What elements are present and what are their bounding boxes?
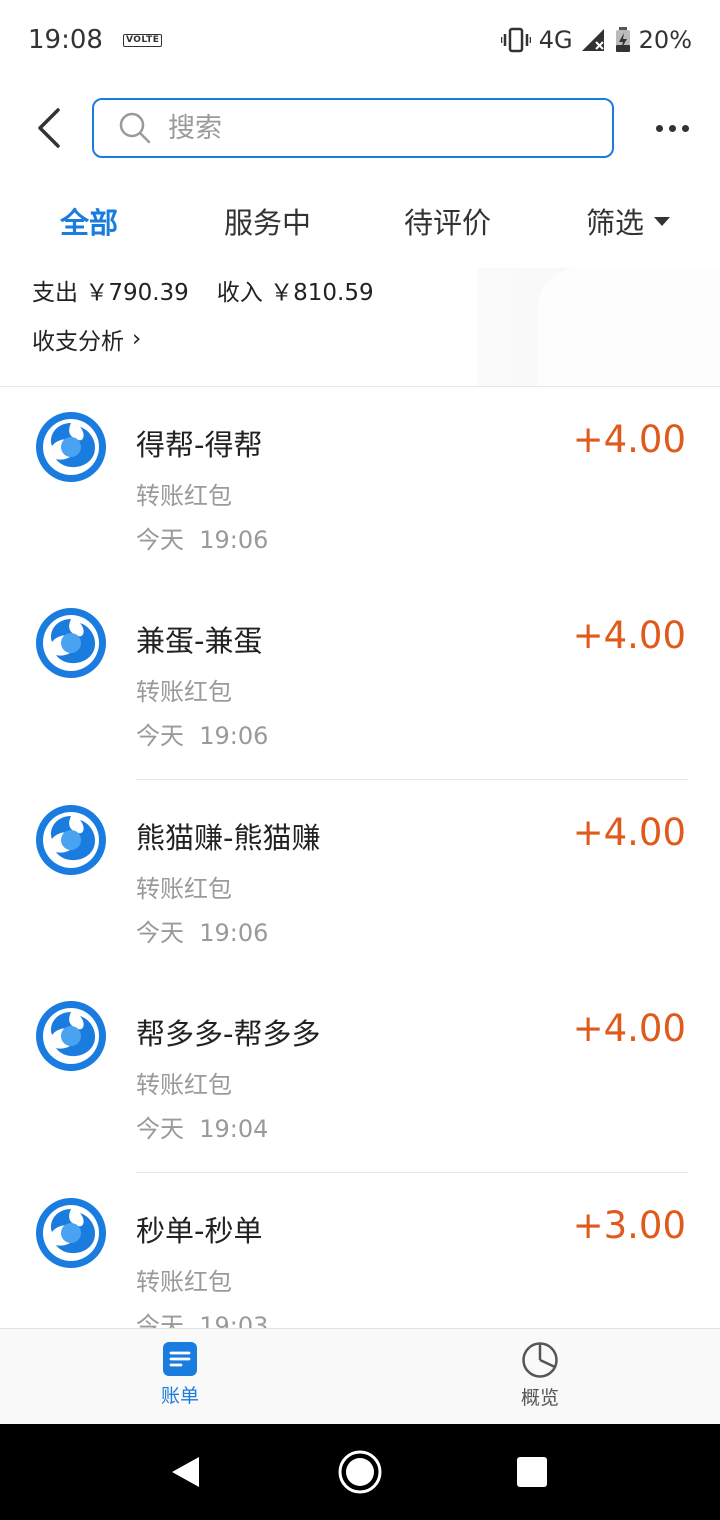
transaction-amount: +4.00 [572, 1007, 686, 1050]
item-divider [136, 779, 688, 780]
transaction-item[interactable]: 兼蛋-兼蛋 转账红包 今天 19:06 +4.00 [0, 584, 720, 780]
tab-pending-review[interactable]: 待评价 [404, 200, 491, 242]
app-logo-icon [36, 1001, 106, 1071]
system-back-button[interactable] [160, 1446, 212, 1498]
status-time: 19:08 [28, 25, 103, 55]
triangle-back-icon [172, 1457, 199, 1487]
expense-summary: 支出 ￥790.39 [32, 273, 189, 307]
transaction-title: 得帮-得帮 [136, 428, 263, 462]
square-recents-icon [517, 1457, 547, 1487]
transaction-subtitle: 转账红包 [136, 482, 232, 510]
transaction-clock: 19:06 [199, 919, 269, 947]
battery-icon [615, 27, 630, 52]
transaction-time: 今天 19:06 [136, 716, 268, 751]
bill-icon [163, 1342, 197, 1376]
system-home-button[interactable] [334, 1446, 386, 1498]
transaction-time: 今天 19:03 [136, 1306, 268, 1328]
network-type: 4G [538, 26, 573, 54]
transaction-day: 今天 [136, 919, 184, 947]
volte-badge: VOLTE [122, 33, 163, 47]
home-circle-icon [338, 1450, 382, 1494]
item-divider [136, 1172, 688, 1173]
transaction-item[interactable]: 秒单-秒单 转账红包 今天 19:03 +3.00 [0, 1174, 720, 1328]
tab-filter[interactable]: 筛选 [586, 200, 671, 242]
search-icon [119, 112, 151, 144]
transaction-subtitle: 转账红包 [136, 1268, 232, 1296]
decorative-background [478, 268, 720, 386]
transaction-list: 得帮-得帮 转账红包 今天 19:06 +4.00 兼蛋-兼蛋 转账红包 今天 … [0, 388, 720, 1328]
app-logo-icon [36, 608, 106, 678]
vibrate-icon [500, 27, 531, 53]
analysis-link[interactable]: 收支分析 › [32, 322, 374, 356]
transaction-clock: 19:03 [199, 1312, 269, 1328]
transaction-amount: +4.00 [572, 418, 686, 461]
dot-icon [668, 124, 676, 132]
expense-label: 支出 [32, 280, 78, 306]
transaction-day: 今天 [136, 722, 184, 750]
transaction-subtitle: 转账红包 [136, 678, 232, 706]
income-summary: 收入 ￥810.59 [217, 273, 374, 307]
income-label: 收入 [216, 280, 263, 306]
back-button[interactable] [26, 102, 72, 154]
caret-down-icon [654, 216, 671, 226]
app-logo-icon [36, 805, 106, 875]
nav-overview-label: 概览 [520, 1387, 559, 1409]
transaction-day: 今天 [136, 526, 184, 554]
chevron-right-icon: › [132, 326, 142, 352]
header [0, 92, 720, 164]
income-value: ￥810.59 [270, 280, 374, 306]
tab-filter-label: 筛选 [586, 206, 645, 240]
system-nav-bar [0, 1424, 720, 1520]
transaction-time: 今天 19:06 [136, 913, 268, 948]
transaction-title: 兼蛋-兼蛋 [136, 624, 263, 658]
bottom-nav: 账单 概览 [0, 1328, 720, 1424]
filter-tabs: 全部 服务中 待评价 筛选 [0, 190, 720, 254]
nav-bill-label: 账单 [160, 1385, 199, 1407]
status-bar: 19:08 VOLTE 4G 20% [0, 0, 720, 80]
app-logo-icon [36, 1198, 106, 1268]
transaction-time: 今天 19:04 [136, 1109, 268, 1144]
tab-in-service[interactable]: 服务中 [224, 200, 311, 242]
transaction-clock: 19:04 [199, 1115, 269, 1143]
transaction-day: 今天 [136, 1115, 184, 1143]
transaction-item[interactable]: 得帮-得帮 转账红包 今天 19:06 +4.00 [0, 388, 720, 584]
signal-icon [581, 29, 604, 51]
search-box[interactable] [92, 98, 614, 158]
transaction-clock: 19:06 [199, 722, 269, 750]
dot-icon [681, 124, 689, 132]
transaction-title: 秒单-秒单 [136, 1214, 263, 1248]
battery-level: 20% [638, 26, 692, 54]
analysis-label: 收支分析 [32, 329, 124, 355]
app-logo-icon [36, 412, 106, 482]
transaction-item[interactable]: 帮多多-帮多多 转账红包 今天 19:04 +4.00 [0, 977, 720, 1173]
transaction-title: 帮多多-帮多多 [136, 1017, 321, 1051]
search-input[interactable] [166, 111, 566, 145]
transaction-amount: +4.00 [572, 811, 686, 854]
tab-all[interactable]: 全部 [60, 200, 118, 242]
summary: 支出 ￥790.39 收入 ￥810.59 收支分析 › [32, 270, 374, 356]
pie-chart-icon [522, 1342, 558, 1378]
expense-value: ￥790.39 [85, 280, 189, 306]
transaction-amount: +4.00 [572, 614, 686, 657]
system-recents-button[interactable] [506, 1446, 558, 1498]
transaction-item[interactable]: 熊猫赚-熊猫赚 转账红包 今天 19:06 +4.00 [0, 781, 720, 977]
divider [0, 386, 720, 387]
transaction-title: 熊猫赚-熊猫赚 [136, 821, 321, 855]
transaction-day: 今天 [136, 1312, 184, 1328]
dot-icon [655, 124, 663, 132]
more-options-button[interactable] [648, 110, 696, 146]
nav-bill[interactable]: 账单 [140, 1341, 220, 1408]
nav-overview[interactable]: 概览 [500, 1341, 580, 1410]
transaction-subtitle: 转账红包 [136, 1071, 232, 1099]
chevron-left-icon [38, 108, 60, 148]
transaction-subtitle: 转账红包 [136, 875, 232, 903]
transaction-clock: 19:06 [199, 526, 269, 554]
transaction-time: 今天 19:06 [136, 520, 268, 555]
transaction-amount: +3.00 [572, 1204, 686, 1247]
